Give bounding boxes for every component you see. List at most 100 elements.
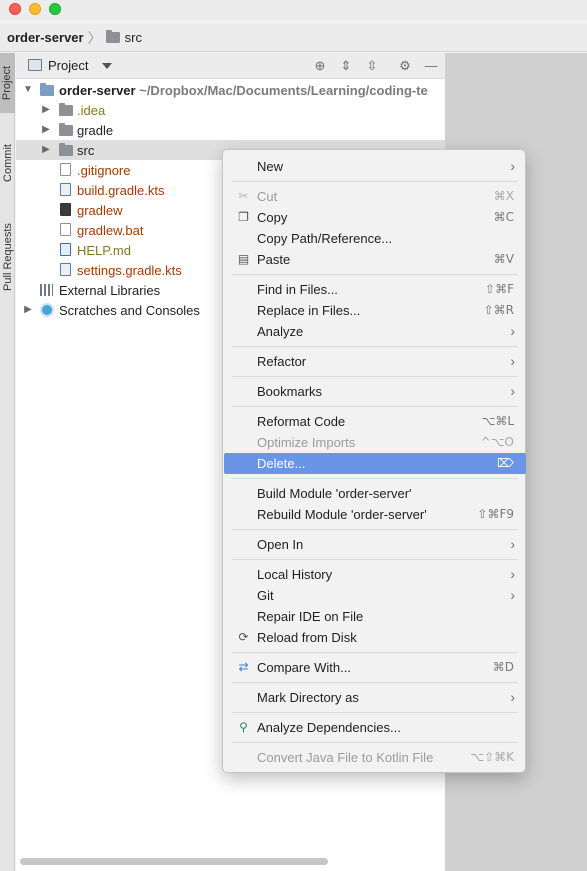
hide-icon[interactable]: —	[423, 58, 439, 74]
menu-item-find-in-files[interactable]: Find in Files... ⇧⌘F	[224, 279, 526, 300]
menu-item-label: Paste	[257, 252, 291, 267]
compare-icon: ⇄	[238, 660, 249, 674]
menu-separator	[232, 742, 518, 743]
tree-label: src	[77, 142, 95, 158]
menu-item-delete[interactable]: Delete... ⌦	[224, 453, 526, 474]
module-folder-icon	[40, 83, 54, 96]
menu-item-shortcut: ⌘C	[493, 210, 514, 224]
tab-project-label: Project	[1, 65, 14, 101]
tab-commit-label: Commit	[1, 144, 14, 182]
menu-separator	[232, 406, 518, 407]
menu-item-convert-to-kotlin[interactable]: Convert Java File to Kotlin File ⌥⇧⌘K	[224, 747, 526, 768]
menu-item-copy[interactable]: ❐ Copy ⌘C	[224, 207, 526, 228]
tree-row-root[interactable]: ▼ order-server ~/Dropbox/Mac/Documents/L…	[16, 80, 445, 100]
gear-icon[interactable]: ⚙	[397, 58, 413, 74]
menu-item-analyze-dependencies[interactable]: ⚲ Analyze Dependencies...	[224, 717, 526, 738]
gradle-file-icon	[60, 263, 71, 276]
chevron-right-icon[interactable]: ▶	[41, 125, 51, 135]
chevron-right-icon: ›	[510, 587, 515, 603]
locate-icon[interactable]: ⊕	[312, 58, 328, 74]
menu-item-compare-with[interactable]: ⇄ Compare With... ⌘D	[224, 657, 526, 678]
tool-window-strip: Project Commit Pull Requests	[0, 53, 15, 871]
reload-icon: ⟳	[238, 630, 249, 644]
collapse-all-icon[interactable]: ⇳	[364, 58, 380, 74]
breadcrumb-project[interactable]: order-server	[7, 30, 84, 45]
menu-item-cut[interactable]: ✂ Cut ⌘X	[224, 186, 526, 207]
chevron-right-icon: ›	[510, 158, 515, 174]
chevron-right-icon: ›	[510, 383, 515, 399]
chevron-right-icon[interactable]: ▶	[41, 105, 51, 115]
menu-item-paste[interactable]: ▤ Paste ⌘V	[224, 249, 526, 270]
chevron-right-icon: ›	[510, 689, 515, 705]
chevron-right-icon[interactable]: ▶	[23, 305, 33, 315]
menu-item-label: Mark Directory as	[257, 690, 359, 705]
gitignore-file-icon	[60, 163, 71, 176]
chevron-down-icon[interactable]: ▼	[23, 85, 33, 95]
menu-item-shortcut: ⇧⌘F9	[477, 507, 514, 521]
tab-pull-requests-label: Pull Requests	[1, 223, 14, 291]
menu-item-new[interactable]: New ›	[224, 156, 526, 177]
tree-label: .idea	[77, 102, 106, 118]
menu-item-open-in[interactable]: Open In ›	[224, 534, 526, 555]
menu-item-shortcut: ⌘D	[492, 660, 514, 674]
chevron-right-icon: ›	[510, 323, 515, 339]
menu-item-reformat-code[interactable]: Reformat Code ⌥⌘L	[224, 411, 526, 432]
zoom-window-button[interactable]	[49, 3, 61, 15]
window-titlebar	[0, 0, 587, 20]
project-view-selector[interactable]: Project	[48, 58, 88, 73]
menu-item-reload-from-disk[interactable]: ⟳ Reload from Disk	[224, 627, 526, 648]
tree-row-gradle[interactable]: ▶ gradle	[16, 120, 445, 140]
tree-label: External Libraries	[59, 282, 161, 298]
tree-row-idea[interactable]: ▶ .idea	[16, 100, 445, 120]
menu-item-git[interactable]: Git ›	[224, 585, 526, 606]
markdown-file-icon	[60, 243, 71, 256]
menu-separator	[232, 529, 518, 530]
close-window-button[interactable]	[9, 3, 21, 15]
menu-item-bookmarks[interactable]: Bookmarks ›	[224, 381, 526, 402]
menu-item-optimize-imports[interactable]: Optimize Imports ^⌥O	[224, 432, 526, 453]
menu-item-label: Git	[257, 588, 274, 603]
menu-item-label: Find in Files...	[257, 282, 338, 297]
folder-icon	[59, 143, 73, 156]
library-icon	[40, 284, 53, 296]
menu-item-rebuild-module[interactable]: Rebuild Module 'order-server' ⇧⌘F9	[224, 504, 526, 525]
menu-separator	[232, 181, 518, 182]
menu-item-shortcut: ⌥⇧⌘K	[470, 750, 514, 764]
menu-item-shortcut: ⇧⌘F	[485, 282, 514, 296]
chevron-right-icon: ›	[510, 536, 515, 552]
menu-item-analyze[interactable]: Analyze ›	[224, 321, 526, 342]
menu-item-label: Build Module 'order-server'	[257, 486, 412, 501]
breadcrumb-src[interactable]: src	[125, 30, 142, 45]
tree-label: .gitignore	[77, 162, 131, 178]
tab-pull-requests[interactable]: Pull Requests	[0, 209, 15, 305]
chevron-down-icon[interactable]	[102, 63, 112, 69]
folder-icon	[59, 123, 73, 136]
menu-item-refactor[interactable]: Refactor ›	[224, 351, 526, 372]
menu-item-build-module[interactable]: Build Module 'order-server'	[224, 483, 526, 504]
menu-separator	[232, 346, 518, 347]
chevron-right-icon: ›	[510, 566, 515, 582]
tree-label: Scratches and Consoles	[59, 302, 200, 318]
dependencies-icon: ⚲	[239, 720, 248, 734]
scissors-icon: ✂	[238, 189, 249, 203]
menu-item-replace-in-files[interactable]: Replace in Files... ⇧⌘R	[224, 300, 526, 321]
chevron-right-icon[interactable]: ▶	[41, 145, 51, 155]
gradle-file-icon	[60, 183, 71, 196]
menu-item-copy-path[interactable]: Copy Path/Reference...	[224, 228, 526, 249]
tree-label-root: order-server ~/Dropbox/Mac/Documents/Lea…	[59, 82, 428, 98]
menu-item-label: Copy	[257, 210, 288, 225]
menu-separator	[232, 274, 518, 275]
expand-all-icon[interactable]: ⇕	[338, 58, 354, 74]
tab-project[interactable]: Project	[0, 53, 15, 113]
menu-item-label: Convert Java File to Kotlin File	[257, 750, 434, 765]
text-file-icon	[60, 223, 71, 236]
minimize-window-button[interactable]	[29, 3, 41, 15]
tab-commit[interactable]: Commit	[0, 129, 15, 197]
menu-item-label: Delete...	[257, 456, 306, 471]
menu-item-local-history[interactable]: Local History ›	[224, 564, 526, 585]
horizontal-scrollbar[interactable]	[20, 858, 328, 865]
scratches-icon	[40, 303, 54, 317]
terminal-file-icon	[60, 203, 71, 216]
menu-item-repair-ide[interactable]: Repair IDE on File	[224, 606, 526, 627]
menu-item-mark-directory-as[interactable]: Mark Directory as ›	[224, 687, 526, 708]
